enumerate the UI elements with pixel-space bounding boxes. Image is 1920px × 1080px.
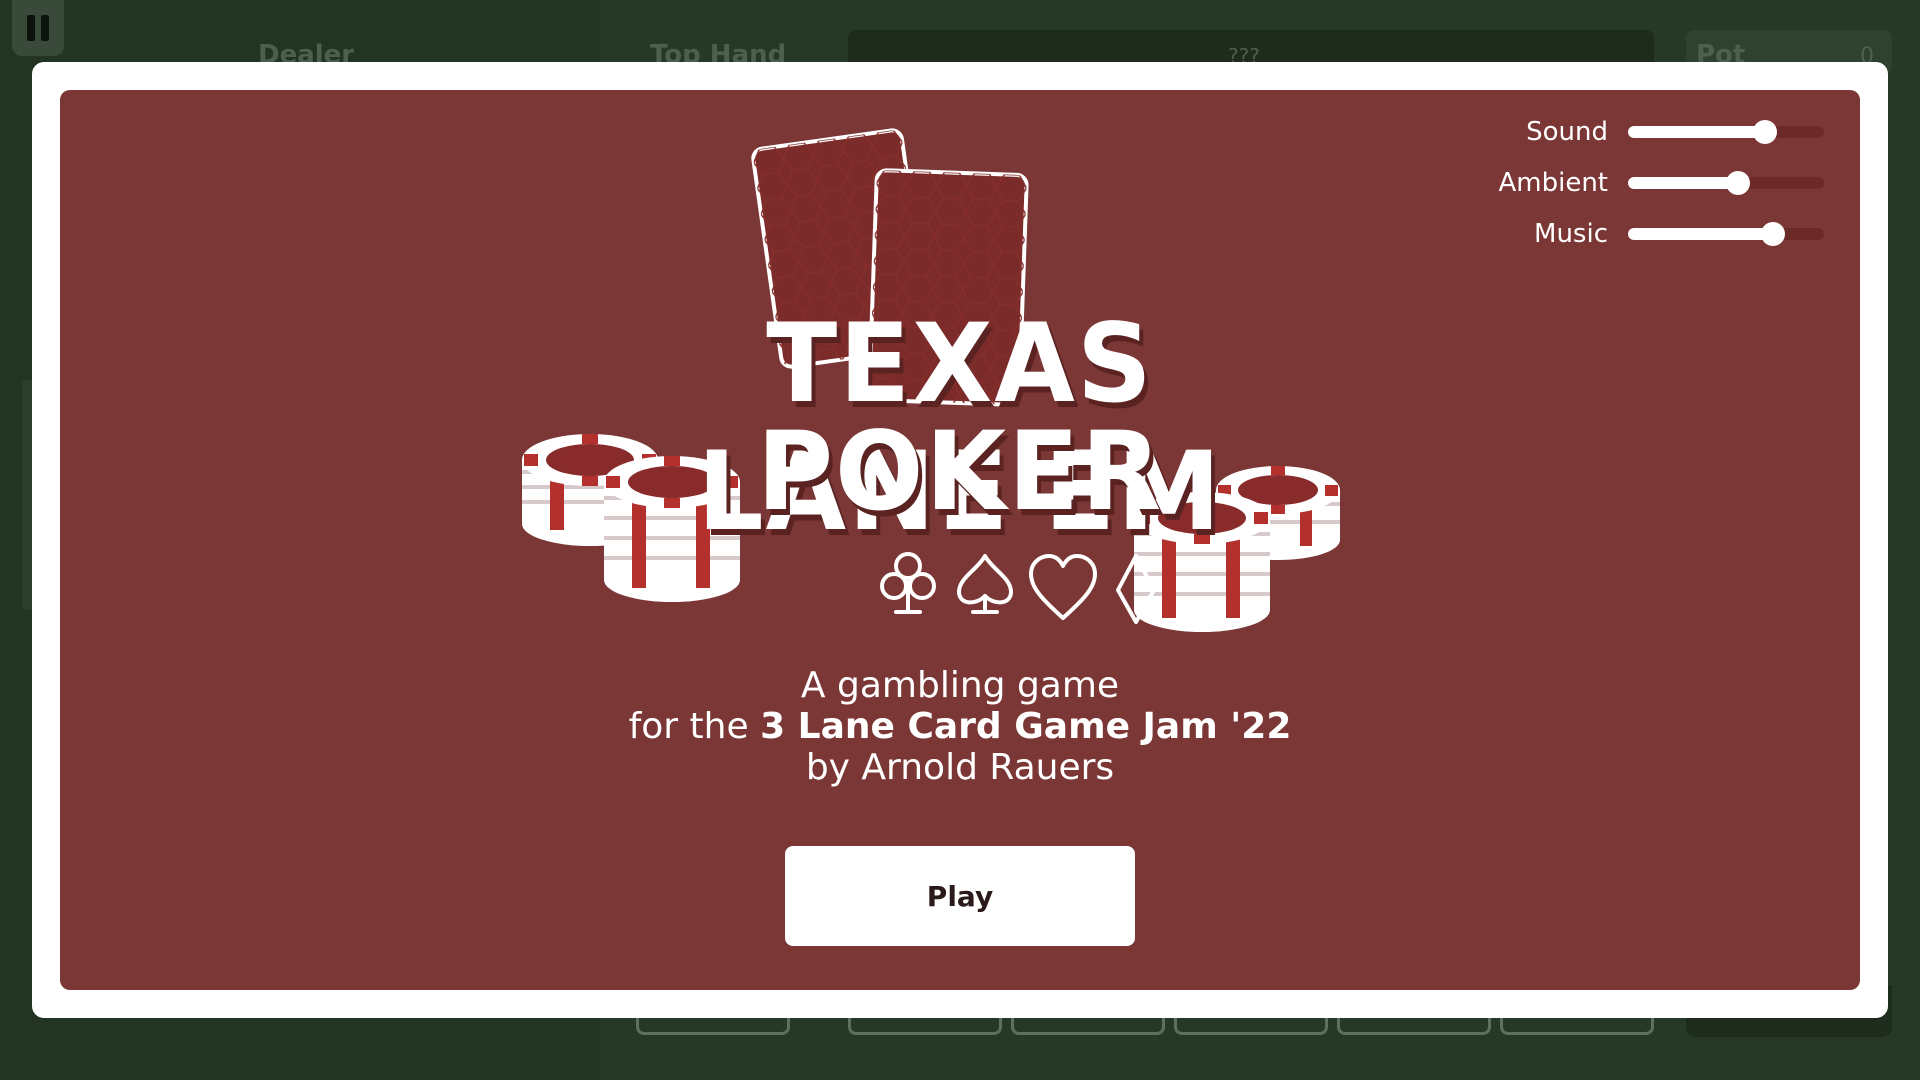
- ambient-control: Ambient: [1364, 163, 1824, 203]
- sound-slider[interactable]: [1628, 120, 1824, 144]
- sound-slider-knob[interactable]: [1753, 120, 1778, 144]
- pause-icon: [27, 15, 35, 41]
- sound-control: Sound: [1364, 112, 1824, 152]
- spade-icon: [957, 554, 1013, 614]
- title-modal: Sound Ambient Music TEXAS LANE'EM POKER …: [32, 62, 1888, 1018]
- ambient-slider[interactable]: [1628, 171, 1824, 195]
- music-control: Music: [1364, 214, 1824, 254]
- ambient-slider-knob[interactable]: [1725, 171, 1750, 195]
- music-slider[interactable]: [1628, 222, 1824, 246]
- subtitle-line2-prefix: for the: [628, 706, 761, 747]
- subtitle-line1: A gambling game: [800, 665, 1120, 706]
- credits-text: A gambling game for the 3 Lane Card Game…: [60, 665, 1860, 788]
- subtitle-line3: by Arnold Rauers: [805, 747, 1115, 788]
- music-label: Music: [1534, 219, 1608, 249]
- side-handle: [22, 380, 32, 610]
- sound-label: Sound: [1526, 117, 1608, 147]
- ambient-label: Ambient: [1498, 168, 1608, 198]
- pause-button[interactable]: [12, 0, 64, 56]
- jam-name: 3 Lane Card Game Jam '22: [760, 706, 1292, 747]
- heart-icon: [1029, 554, 1097, 620]
- play-button[interactable]: Play: [785, 846, 1135, 946]
- club-icon: [880, 552, 936, 614]
- music-slider-knob[interactable]: [1761, 222, 1786, 246]
- game-title-line2: POKER: [756, 406, 1164, 536]
- subtitle-line2: for the 3 Lane Card Game Jam '22: [60, 706, 1860, 747]
- title-panel: Sound Ambient Music TEXAS LANE'EM POKER …: [60, 90, 1860, 990]
- game-logo: TEXAS LANE'EM POKER: [520, 120, 1400, 640]
